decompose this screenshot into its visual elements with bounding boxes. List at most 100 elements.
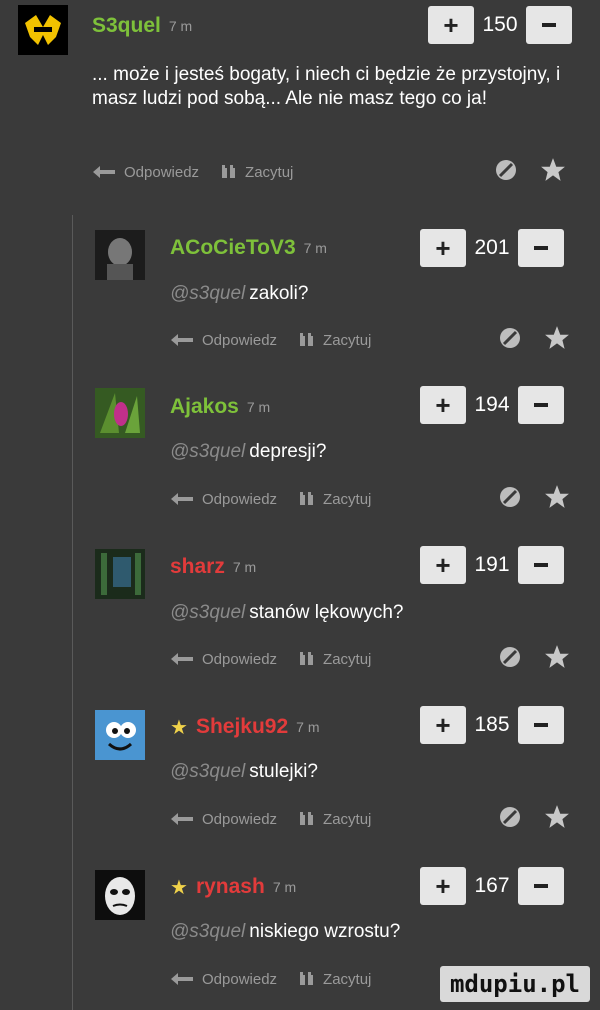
downvote-button[interactable] <box>518 706 564 744</box>
comment-text: depresji? <box>249 441 327 462</box>
mention-link[interactable]: @s3quel <box>170 283 245 304</box>
avatar[interactable] <box>95 549 145 599</box>
block-icon[interactable] <box>498 485 522 514</box>
downvote-button[interactable] <box>518 546 564 584</box>
avatar[interactable] <box>18 5 68 55</box>
timestamp: 7 m <box>246 399 271 415</box>
avatar[interactable] <box>95 710 145 760</box>
quote-button[interactable]: Zacytuj <box>299 491 371 508</box>
upvote-button[interactable]: + <box>420 386 466 424</box>
reply-button[interactable]: Odpowiedz <box>170 332 277 349</box>
timestamp: 7 m <box>296 719 320 735</box>
reply-arrow-icon <box>170 972 194 986</box>
favorite-star-icon[interactable] <box>544 804 570 835</box>
quote-icon <box>299 971 315 987</box>
quote-label: Zacytuj <box>323 490 372 508</box>
quote-button[interactable]: Zacytuj <box>221 164 293 181</box>
username[interactable]: Ajakos <box>170 395 239 419</box>
mention-link[interactable]: @s3quel <box>170 441 245 462</box>
upvote-button[interactable]: + <box>420 229 466 267</box>
downvote-button[interactable] <box>518 867 564 905</box>
reply-button[interactable]: Odpowiedz <box>92 164 199 181</box>
quote-icon <box>299 651 315 667</box>
quote-button[interactable]: Zacytuj <box>299 971 371 988</box>
avatar-image-icon <box>95 549 145 599</box>
reply-arrow-icon <box>170 812 194 826</box>
upvote-button[interactable]: + <box>420 867 466 905</box>
comment-text: stulejki? <box>249 761 318 782</box>
mention-link[interactable]: @s3quel <box>170 602 245 623</box>
reply-button[interactable]: Odpowiedz <box>170 971 277 988</box>
username[interactable]: Shejku92 <box>196 715 288 739</box>
reply-label: Odpowiedz <box>202 331 278 349</box>
wu-tang-logo-icon <box>18 5 68 55</box>
block-icon[interactable] <box>498 326 522 355</box>
quote-button[interactable]: Zacytuj <box>299 651 371 668</box>
vote-count: 194 <box>474 393 510 416</box>
downvote-button[interactable] <box>518 229 564 267</box>
comment-text: zakoli? <box>249 283 309 304</box>
comment-text: niskiego wzrostu? <box>249 921 401 942</box>
quote-label: Zacytuj <box>323 331 372 349</box>
timestamp: 7 m <box>232 559 257 575</box>
quote-icon <box>299 491 315 507</box>
reply-arrow-icon <box>170 492 194 506</box>
vote-count: 191 <box>474 553 510 576</box>
reply-button[interactable]: Odpowiedz <box>170 491 277 508</box>
favorite-star-icon[interactable] <box>540 157 566 188</box>
thread-line <box>72 215 73 1010</box>
timestamp: 7 m <box>168 18 193 34</box>
quote-icon <box>299 332 315 348</box>
reply-label: Odpowiedz <box>202 650 278 668</box>
block-icon[interactable] <box>494 158 518 187</box>
block-icon[interactable] <box>498 805 522 834</box>
quote-label: Zacytuj <box>323 970 372 988</box>
timestamp: 7 m <box>303 240 327 256</box>
quote-label: Zacytuj <box>323 650 372 668</box>
reply-button[interactable]: Odpowiedz <box>170 651 277 668</box>
username[interactable]: rynash <box>196 875 265 899</box>
vote-count: 201 <box>474 236 510 259</box>
mention-link[interactable]: @s3quel <box>170 921 245 942</box>
quote-button[interactable]: Zacytuj <box>299 332 371 349</box>
comment-text: stanów lękowych? <box>249 602 404 623</box>
username[interactable]: S3quel <box>92 14 161 38</box>
reply-label: Odpowiedz <box>124 163 200 181</box>
avatar-image-icon <box>95 230 145 280</box>
block-icon[interactable] <box>498 645 522 674</box>
downvote-button[interactable] <box>526 6 572 44</box>
quote-icon <box>299 811 315 827</box>
avatar-image-icon <box>95 710 145 760</box>
favorite-star-icon[interactable] <box>544 484 570 515</box>
star-badge-icon: ★ <box>170 716 188 739</box>
reply-label: Odpowiedz <box>202 490 278 508</box>
quote-button[interactable]: Zacytuj <box>299 811 371 828</box>
vote-count: 185 <box>474 713 510 736</box>
quote-icon <box>221 164 237 180</box>
timestamp: 7 m <box>272 879 297 895</box>
avatar-image-icon <box>95 870 145 920</box>
reply-button[interactable]: Odpowiedz <box>170 811 277 828</box>
favorite-star-icon[interactable] <box>544 325 570 356</box>
username[interactable]: sharz <box>170 555 225 579</box>
reply-arrow-icon <box>92 165 116 179</box>
comment-text: ... może i jesteś bogaty, i niech ci będ… <box>92 64 561 109</box>
downvote-button[interactable] <box>518 386 564 424</box>
avatar[interactable] <box>95 870 145 920</box>
upvote-button[interactable]: + <box>420 706 466 744</box>
username[interactable]: ACoCieToV3 <box>170 236 296 260</box>
favorite-star-icon[interactable] <box>544 644 570 675</box>
upvote-button[interactable]: + <box>420 546 466 584</box>
avatar-image-icon <box>95 388 145 438</box>
avatar[interactable] <box>95 230 145 280</box>
upvote-button[interactable]: + <box>428 6 474 44</box>
reply-label: Odpowiedz <box>202 810 278 828</box>
quote-label: Zacytuj <box>245 163 294 181</box>
mention-link[interactable]: @s3quel <box>170 761 245 782</box>
reply-label: Odpowiedz <box>202 970 278 988</box>
vote-count: 150 <box>482 13 518 36</box>
quote-label: Zacytuj <box>323 810 372 828</box>
star-badge-icon: ★ <box>170 876 188 899</box>
avatar[interactable] <box>95 388 145 438</box>
site-watermark: mdupiu.pl <box>439 966 590 1002</box>
